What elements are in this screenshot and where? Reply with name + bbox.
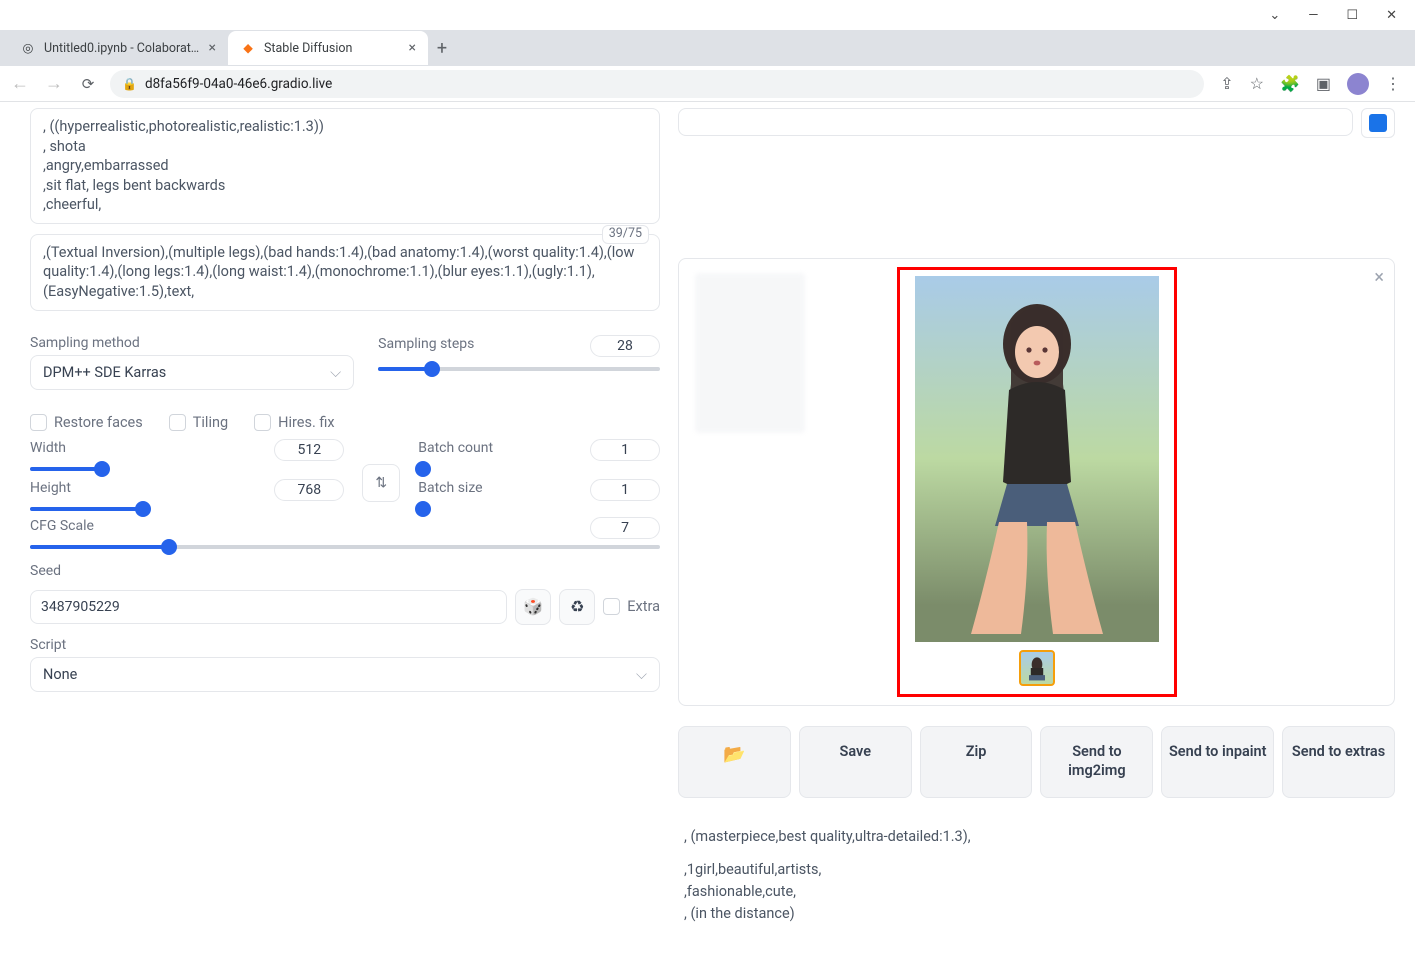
negative-prompt-text: ,(Textual Inversion),(multiple legs),(ba… (43, 243, 647, 302)
puzzle-icon[interactable]: 🧩 (1280, 74, 1300, 93)
actions-row: 📂 Save Zip Send to img2img Send to inpai… (678, 726, 1395, 798)
toolbar-icons: ⇪ ☆ 🧩 ▣ ⋮ (1214, 73, 1407, 95)
checkbox-row: Restore faces Tiling Hires. fix (30, 414, 660, 431)
tab-bar: ◎ Untitled0.ipynb - Colaboratory × ◆ Sta… (0, 30, 1415, 66)
sampling-steps-value[interactable]: 28 (590, 335, 660, 357)
tiling-checkbox[interactable]: Tiling (169, 414, 228, 431)
tab-colab[interactable]: ◎ Untitled0.ipynb - Colaboratory × (8, 31, 228, 65)
minimize-icon[interactable]: — (1308, 8, 1318, 23)
sampling-method-select[interactable]: DPM++ SDE Karras ⌵ (30, 355, 354, 390)
sampling-method-value: DPM++ SDE Karras (43, 364, 166, 381)
header-icon-button[interactable] (1361, 108, 1395, 138)
meta-line: , (in the distance) (684, 903, 1389, 925)
right-column: × (678, 108, 1395, 954)
prompt-line: ,angry,embarrassed (43, 156, 647, 176)
left-column: , ((hyperrealistic,photorealistic,realis… (30, 108, 660, 954)
generated-image[interactable] (915, 276, 1159, 642)
reload-icon[interactable]: ⟳ (76, 75, 100, 93)
close-window-icon[interactable]: ✕ (1386, 8, 1397, 23)
prompt-line: , shota (43, 137, 647, 157)
width-value[interactable]: 512 (274, 439, 344, 461)
open-folder-button[interactable]: 📂 (678, 726, 791, 798)
chevron-down-icon: ⌵ (636, 666, 647, 683)
seed-input[interactable]: 3487905229 (30, 590, 507, 624)
meta-line: , (masterpiece,best quality,ultra-detail… (684, 826, 1389, 848)
cfg-label: CFG Scale (30, 518, 94, 534)
meta-line: ,fashionable,cute, (684, 881, 1389, 903)
generated-image-figure (971, 294, 1103, 634)
meta-line: ,1girl,beautiful,artists, (684, 859, 1389, 881)
send-inpaint-button[interactable]: Send to inpaint (1161, 726, 1274, 798)
height-value[interactable]: 768 (274, 479, 344, 501)
close-icon[interactable]: × (409, 40, 416, 56)
sampling-steps-slider[interactable] (378, 367, 660, 371)
colab-favicon-icon: ◎ (20, 40, 36, 56)
right-header-strip (678, 108, 1395, 148)
close-icon[interactable]: × (209, 40, 216, 56)
generation-metadata: , (masterpiece,best quality,ultra-detail… (678, 826, 1395, 925)
maximize-icon[interactable]: ☐ (1346, 8, 1358, 23)
prompt-line: ,sit flat, legs bent backwards (43, 176, 647, 196)
tab-title: Stable Diffusion (264, 41, 401, 56)
width-label: Width (30, 440, 66, 456)
output-highlight-box (897, 267, 1177, 697)
sampling-method-label: Sampling method (30, 335, 354, 351)
send-extras-button[interactable]: Send to extras (1282, 726, 1395, 798)
tab-stable-diffusion[interactable]: ◆ Stable Diffusion × (228, 31, 428, 65)
prompt-line: , ((hyperrealistic,photorealistic,realis… (43, 117, 647, 137)
menu-icon[interactable]: ⋮ (1385, 74, 1401, 93)
square-icon (1369, 114, 1387, 132)
save-button[interactable]: Save (799, 726, 912, 798)
hires-fix-checkbox[interactable]: Hires. fix (254, 414, 334, 431)
sampling-steps-label: Sampling steps (378, 336, 474, 352)
extra-checkbox[interactable]: Extra (603, 598, 660, 615)
url-text: d8fa56f9-04a0-46e6.gradio.live (145, 76, 332, 92)
height-label: Height (30, 480, 71, 496)
share-icon[interactable]: ⇪ (1220, 74, 1233, 93)
window-chevron-icon[interactable]: ⌄ (1269, 8, 1280, 23)
random-seed-button[interactable]: 🎲 (515, 589, 551, 625)
url-input[interactable]: 🔒 d8fa56f9-04a0-46e6.gradio.live (110, 70, 1204, 98)
cfg-value[interactable]: 7 (590, 517, 660, 539)
recycle-seed-button[interactable]: ♻ (559, 589, 595, 625)
new-tab-button[interactable]: + (428, 38, 456, 59)
chevron-down-icon: ⌵ (330, 364, 341, 381)
cfg-slider[interactable] (30, 545, 660, 549)
script-select[interactable]: None ⌵ (30, 657, 660, 692)
swap-dims-button[interactable]: ⇅ (362, 464, 400, 502)
close-icon[interactable]: × (1374, 267, 1384, 288)
dims-block: Width 512 Height 768 ⇅ Batch count 1 Ba (30, 439, 660, 507)
output-preview-blur (695, 273, 805, 433)
header-panel (678, 108, 1353, 136)
folder-icon: 📂 (723, 744, 745, 765)
forward-icon: → (42, 73, 66, 94)
back-icon[interactable]: ← (8, 73, 32, 94)
zip-button[interactable]: Zip (920, 726, 1033, 798)
script-label: Script (30, 637, 660, 653)
restore-faces-checkbox[interactable]: Restore faces (30, 414, 143, 431)
window-controls: ⌄ — ☐ ✕ (0, 0, 1415, 30)
gradio-favicon-icon: ◆ (240, 40, 256, 56)
tab-title: Untitled0.ipynb - Colaboratory (44, 41, 201, 56)
seed-label: Seed (30, 563, 660, 579)
star-icon[interactable]: ☆ (1250, 74, 1264, 93)
prompt-line: ,cheerful, (43, 195, 647, 215)
window-icon[interactable]: ▣ (1316, 74, 1331, 93)
negative-prompt-input[interactable]: 39/75 ,(Textual Inversion),(multiple leg… (30, 234, 660, 311)
avatar[interactable] (1347, 73, 1369, 95)
output-gallery: × (678, 258, 1395, 706)
lock-icon: 🔒 (122, 77, 137, 91)
send-img2img-button[interactable]: Send to img2img (1040, 726, 1153, 798)
batch-size-label: Batch size (418, 480, 482, 496)
thumbnail[interactable] (1019, 650, 1055, 686)
batch-size-value[interactable]: 1 (590, 479, 660, 501)
token-counter: 39/75 (602, 225, 649, 244)
page-content: , ((hyperrealistic,photorealistic,realis… (0, 102, 1415, 974)
batch-count-value[interactable]: 1 (590, 439, 660, 461)
script-value: None (43, 666, 77, 683)
prompt-input[interactable]: , ((hyperrealistic,photorealistic,realis… (30, 108, 660, 224)
thumbnail-row (908, 650, 1166, 686)
address-bar: ← → ⟳ 🔒 d8fa56f9-04a0-46e6.gradio.live ⇪… (0, 66, 1415, 102)
batch-count-label: Batch count (418, 440, 493, 456)
